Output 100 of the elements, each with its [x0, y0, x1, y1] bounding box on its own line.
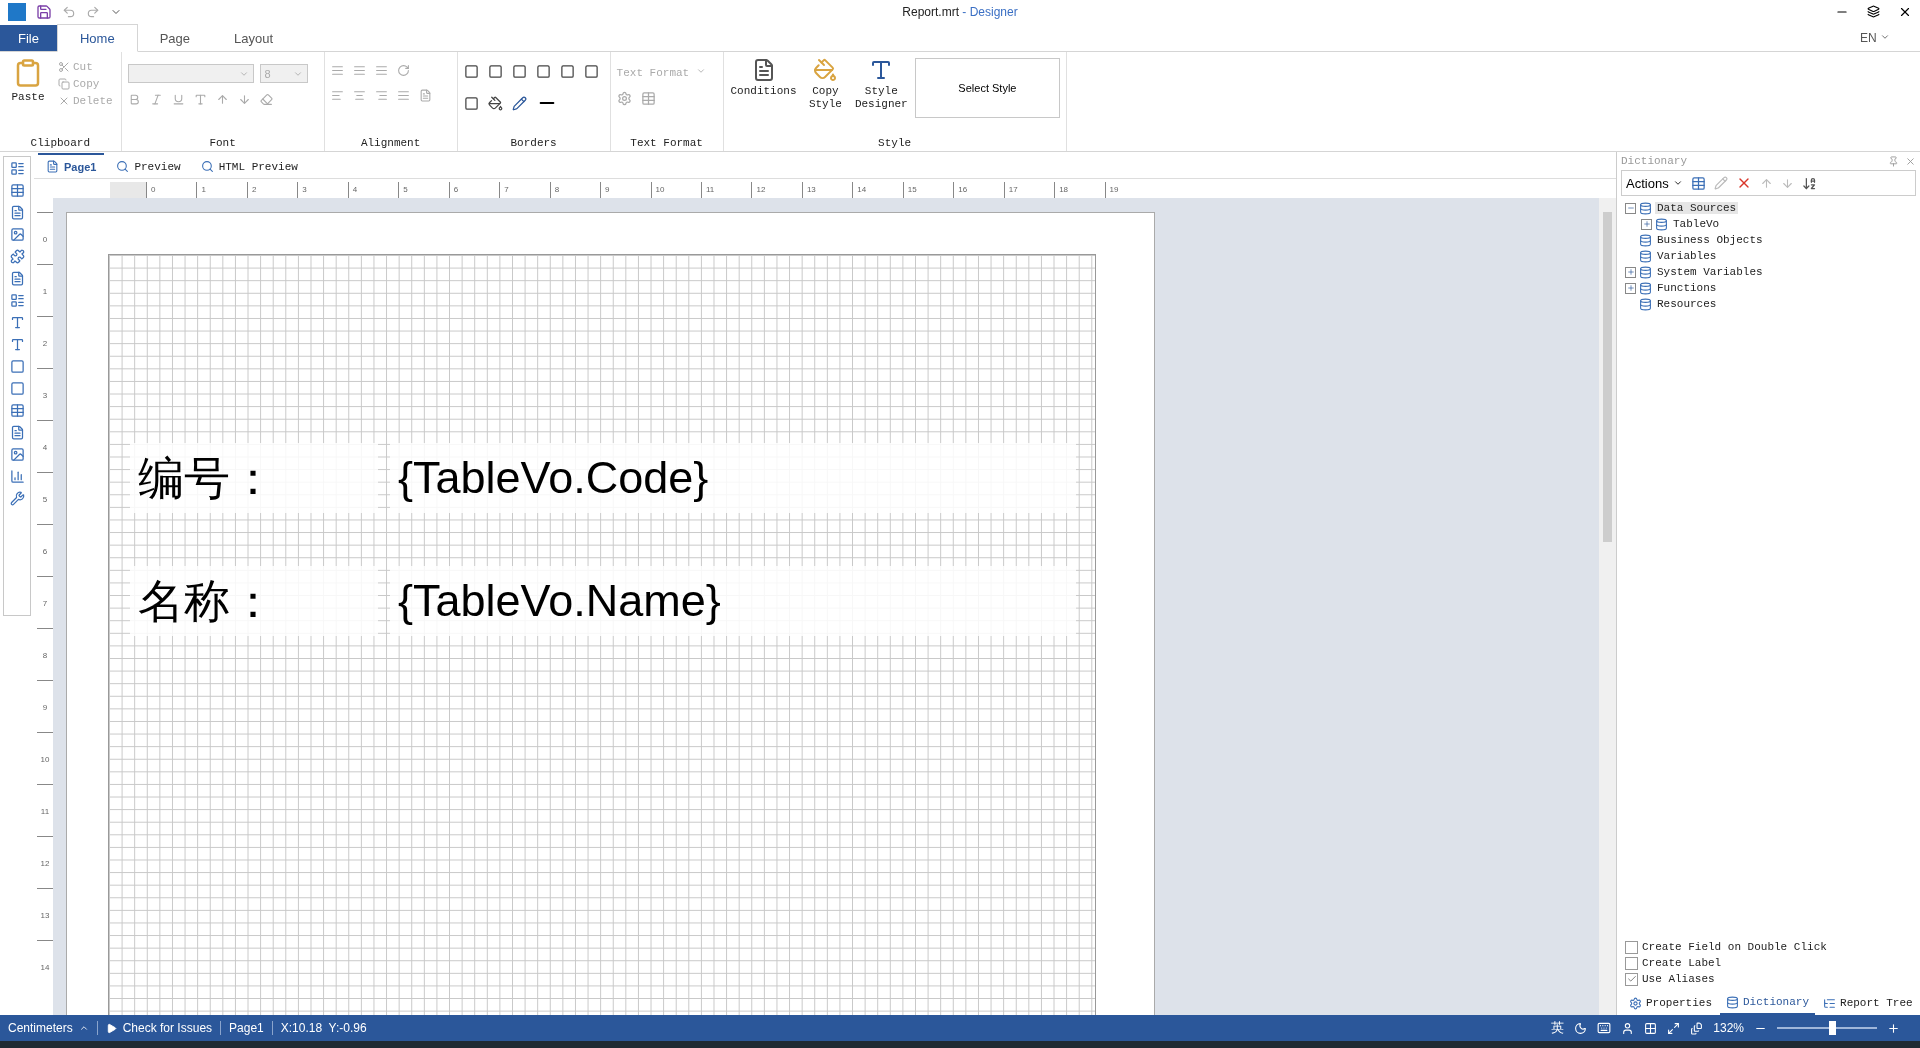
units-selector[interactable]: Centimeters	[0, 1021, 98, 1035]
tree-item[interactable]: Data Sources	[1655, 202, 1739, 214]
align-middle-icon[interactable]	[352, 64, 366, 77]
ime-indicator[interactable]: 英	[1551, 1019, 1565, 1037]
toolbox-icon[interactable]	[9, 381, 25, 396]
node-icon	[1639, 249, 1652, 263]
grid-icon[interactable]	[1644, 1021, 1658, 1035]
sort-icon[interactable]	[1801, 175, 1817, 191]
align-bottom-icon[interactable]	[374, 64, 388, 77]
toolbox-icon[interactable]	[9, 161, 25, 176]
report-field[interactable]: {TableVo.Name}	[390, 566, 1076, 636]
zoom-in-icon[interactable]	[1887, 1021, 1900, 1035]
font-name-field[interactable]	[127, 64, 254, 83]
italic-icon[interactable]	[149, 93, 163, 106]
eraser-icon[interactable]	[259, 93, 273, 106]
user-icon[interactable]	[1621, 1021, 1635, 1035]
toolbox-icon[interactable]	[9, 205, 25, 220]
ribbon-tab[interactable]: File	[0, 25, 57, 51]
format-icon[interactable]	[616, 91, 632, 106]
toolbox-icon[interactable]	[9, 359, 25, 374]
language-selector[interactable]: EN	[1860, 30, 1890, 45]
border-icon[interactable]	[487, 64, 503, 79]
underline-icon[interactable]	[171, 93, 185, 106]
style-button[interactable]: Style Designer	[853, 56, 910, 114]
toolbox-icon[interactable]	[9, 293, 25, 308]
format-icon[interactable]	[640, 91, 656, 106]
tree-item[interactable]: Business Objects	[1655, 234, 1765, 246]
font-color-icon[interactable]	[193, 93, 207, 106]
toolbox-icon[interactable]	[9, 425, 25, 440]
select-style-button[interactable]: Select Style	[915, 58, 1060, 118]
document-tab[interactable]: Preview	[108, 155, 189, 178]
report-label[interactable]: 编号：	[130, 443, 378, 513]
zoom-thumb[interactable]	[1829, 1021, 1836, 1035]
report-label[interactable]: 名称：	[130, 566, 378, 636]
option-label: Create Field on Double Click	[1642, 941, 1827, 953]
group-title: Alignment	[359, 137, 422, 149]
save-icon[interactable]	[36, 4, 52, 20]
tree-item[interactable]: Variables	[1655, 250, 1719, 262]
checkbox[interactable]	[1625, 972, 1638, 986]
new-item-icon[interactable]	[1690, 175, 1706, 191]
fill-color-icon[interactable]	[487, 95, 503, 111]
fit-page-icon[interactable]	[1690, 1021, 1704, 1035]
toolbox-icon[interactable]	[9, 315, 25, 330]
tab-icon	[1629, 996, 1642, 1010]
scrollbar[interactable]	[1603, 212, 1612, 542]
align-top-icon[interactable]	[330, 64, 344, 77]
pin-icon[interactable]	[1888, 155, 1899, 167]
word-wrap-icon[interactable]	[418, 89, 432, 102]
grow-font-icon[interactable]	[215, 93, 229, 106]
report-field[interactable]: {TableVo.Code}	[390, 443, 1076, 513]
close-icon[interactable]	[1898, 5, 1912, 19]
style-button[interactable]: Copy Style	[803, 56, 848, 114]
ribbon-tab[interactable]: Home	[56, 24, 138, 52]
paste-button[interactable]: Paste	[6, 56, 50, 107]
redo-icon[interactable]	[86, 5, 100, 19]
tree-item[interactable]: Functions	[1655, 282, 1719, 294]
expand-icon[interactable]	[1641, 218, 1652, 230]
moon-icon[interactable]	[1574, 1021, 1588, 1035]
toolbox-icon[interactable]	[9, 491, 25, 506]
border-color-icon[interactable]	[511, 95, 527, 111]
toolbox-icon[interactable]	[9, 271, 25, 286]
border-icon[interactable]	[463, 95, 479, 111]
border-icon[interactable]	[511, 64, 527, 79]
actions-menu[interactable]: Actions	[1626, 175, 1683, 191]
document-tab[interactable]: HTML Preview	[192, 155, 306, 178]
undo-icon[interactable]	[62, 5, 76, 19]
toolbox-icon[interactable]	[9, 249, 25, 264]
align-center-icon[interactable]	[352, 89, 366, 102]
align-left-icon[interactable]	[330, 89, 344, 102]
border-icon[interactable]	[583, 64, 599, 79]
checkbox[interactable]	[1625, 940, 1638, 954]
style-button[interactable]: Conditions	[729, 56, 798, 101]
keyboard-icon[interactable]	[1597, 1021, 1612, 1035]
check-issues-button[interactable]: Check for Issues	[97, 1021, 222, 1035]
checkbox[interactable]	[1625, 956, 1638, 970]
expand-icon[interactable]	[1625, 282, 1636, 294]
toolbox-icon[interactable]	[9, 227, 25, 242]
toolbox-icon[interactable]	[9, 403, 25, 418]
border-icon[interactable]	[535, 64, 551, 79]
align-right-icon[interactable]	[374, 89, 388, 102]
ribbon-tab[interactable]: Page	[137, 25, 212, 51]
tree-item[interactable]: Resources	[1655, 298, 1719, 310]
toolbox-icon[interactable]	[9, 183, 25, 198]
rotate-icon[interactable]	[396, 64, 410, 77]
tree-item[interactable]: System Variables	[1655, 266, 1765, 278]
toolbox-icon[interactable]	[9, 337, 25, 352]
border-icon[interactable]	[559, 64, 575, 79]
shrink-font-icon[interactable]	[237, 93, 251, 106]
fit-width-icon[interactable]	[1667, 1021, 1681, 1035]
expand-icon[interactable]	[1625, 266, 1636, 278]
panel-tab[interactable]: Report Tree	[1817, 991, 1919, 1015]
justify-icon[interactable]	[396, 89, 410, 102]
border-icon[interactable]	[463, 64, 479, 79]
ribbon-tab[interactable]: Layout	[212, 25, 296, 51]
collapse-icon[interactable]	[1625, 202, 1636, 214]
toolbox-icon[interactable]	[9, 469, 25, 484]
panel-title: Dictionary	[1621, 155, 1687, 167]
tree-item[interactable]: TableVo	[1671, 218, 1722, 230]
panel-tab[interactable]: Properties	[1623, 991, 1718, 1015]
toolbox-icon[interactable]	[9, 447, 25, 462]
